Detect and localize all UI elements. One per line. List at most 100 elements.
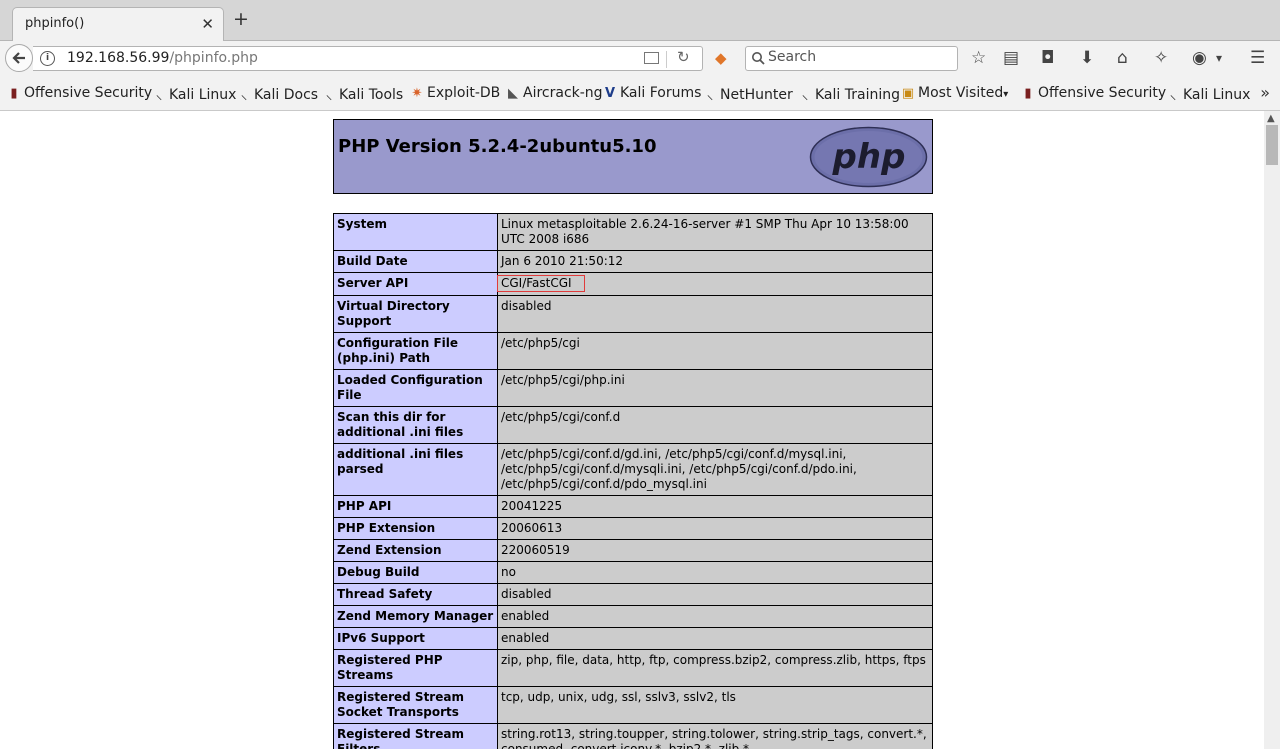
new-tab-icon[interactable]: +	[233, 10, 249, 29]
bookmark-kali-tools[interactable]: ⸜ Kali Tools	[322, 85, 403, 103]
row-key: Loaded Configuration File	[333, 369, 498, 407]
row-value: 20060613	[497, 517, 933, 540]
row-key: Registered Stream Socket Transports	[333, 686, 498, 724]
kali-dragon-icon: ⸜	[706, 88, 714, 103]
bookmark-kali-training[interactable]: ⸜ Kali Training	[798, 85, 900, 103]
bookmark-kali-forums[interactable]: V Kali Forums	[603, 85, 701, 101]
search-icon	[752, 52, 765, 65]
reading-list-icon[interactable]: ▤	[1003, 47, 1019, 69]
page-title: PHP Version 5.2.4-2ubuntu5.10	[338, 136, 657, 157]
row-value: enabled	[497, 605, 933, 628]
search-box[interactable]	[745, 46, 958, 71]
php-header: PHP Version 5.2.4-2ubuntu5.10 php	[333, 119, 933, 194]
scrollbar-thumb[interactable]	[1266, 125, 1278, 165]
table-row: Virtual Directory Support disabled	[333, 295, 933, 333]
exploitdb-icon: ✷	[411, 86, 423, 101]
reader-view-icon[interactable]	[644, 52, 659, 64]
site-info-icon[interactable]: i	[40, 51, 55, 66]
address-bar[interactable]: i 192.168.56.99/phpinfo.php ↻	[33, 46, 703, 71]
row-key: additional .ini files parsed	[333, 443, 498, 496]
back-button[interactable]	[5, 44, 33, 72]
table-row: Zend Extension 220060519	[333, 539, 933, 562]
bookmark-offensive-security[interactable]: ▮ Offensive Security	[7, 85, 152, 101]
folder-icon: ▣	[901, 86, 915, 101]
reload-icon[interactable]: ↻	[677, 48, 690, 66]
table-row: Loaded Configuration File/etc/php5/cgi/p…	[333, 369, 933, 407]
table-row: Zend Memory Manager enabled	[333, 605, 933, 628]
table-row: Thread Safety disabled	[333, 583, 933, 606]
divider	[666, 51, 667, 68]
kali-dragon-icon: ⸜	[1169, 88, 1177, 103]
active-tab[interactable]: phpinfo() ✕	[12, 7, 224, 41]
row-value: /etc/php5/cgi/conf.d/gd.ini, /etc/php5/c…	[497, 443, 933, 496]
table-row: Configuration File (php.ini) Path/etc/ph…	[333, 332, 933, 370]
bookmark-kali-linux[interactable]: ⸜ Kali Linux	[152, 85, 237, 103]
kali-forums-icon: V	[604, 86, 616, 101]
row-value: zip, php, file, data, http, ftp, compres…	[497, 649, 933, 687]
row-key: Server API	[333, 272, 498, 296]
search-input[interactable]	[768, 49, 953, 65]
row-value: 20041225	[497, 495, 933, 518]
row-key: Registered Stream Filters	[333, 723, 498, 749]
php-info-table: System Linux metasploitable 2.6.24-16-ser…	[333, 213, 933, 749]
row-value: /etc/php5/cgi/php.ini	[497, 369, 933, 407]
table-row: additional .ini files parsed/etc/php5/cg…	[333, 443, 933, 496]
table-row: Server API CGI/FastCGI	[333, 272, 933, 296]
bookmark-nethunter[interactable]: ⸜ NetHunter	[703, 85, 793, 103]
bookmark-kali-docs[interactable]: ⸜ Kali Docs	[237, 85, 318, 103]
close-tab-icon[interactable]: ✕	[201, 15, 214, 33]
php-logo: php	[809, 126, 928, 188]
bookmark-offensive-security-2[interactable]: ▮ Offensive Security	[1021, 85, 1166, 101]
row-value: no	[497, 561, 933, 584]
extension-fox-icon[interactable]: ◆	[715, 50, 732, 67]
table-row: Registered Stream Filters string.rot13, s…	[333, 723, 933, 749]
aircrack-icon: ◣	[508, 86, 518, 101]
offsec-icon: ▮	[10, 86, 18, 101]
row-value: disabled	[497, 583, 933, 606]
chevron-down-icon[interactable]: ▾	[1216, 47, 1222, 69]
row-value: 220060519	[497, 539, 933, 562]
row-value: /etc/php5/cgi/conf.d	[497, 406, 933, 444]
downloads-icon[interactable]: ⬇	[1080, 47, 1094, 69]
table-row: System Linux metasploitable 2.6.24-16-ser…	[333, 213, 933, 251]
row-value: enabled	[497, 627, 933, 650]
row-key: PHP Extension	[333, 517, 498, 540]
row-value: string.rot13, string.toupper, string.tol…	[497, 723, 933, 749]
bookmark-kali-linux-2[interactable]: ⸜ Kali Linux	[1166, 85, 1251, 103]
row-value: disabled	[497, 295, 933, 333]
row-key: Scan this dir for additional .ini files	[333, 406, 498, 444]
extension-icon[interactable]: ✧	[1154, 47, 1168, 69]
row-key: Configuration File (php.ini) Path	[333, 332, 498, 370]
back-arrow-icon	[12, 52, 25, 64]
url-text[interactable]: 192.168.56.99/phpinfo.php	[67, 50, 258, 66]
kali-dragon-icon: ⸜	[325, 88, 333, 103]
chevron-down-icon: ▾	[1003, 89, 1009, 100]
vertical-scrollbar[interactable]: ▲	[1264, 111, 1280, 749]
row-value: Jan 6 2010 21:50:12	[497, 250, 933, 273]
highlighted-value: CGI/FastCGI	[497, 275, 585, 292]
kali-dragon-icon: ⸜	[240, 88, 248, 103]
bookmark-aircrack-ng[interactable]: ◣ Aircrack-ng	[506, 85, 603, 101]
bookmark-most-visited[interactable]: ▣ Most Visited▾	[901, 85, 1008, 101]
pocket-icon[interactable]: ◘	[1041, 47, 1054, 69]
home-icon[interactable]: ⌂	[1117, 47, 1128, 69]
row-value: Linux metasploitable 2.6.24-16-server #1…	[497, 213, 933, 251]
bookmark-star-icon[interactable]: ☆	[971, 47, 986, 69]
hamburger-menu-icon[interactable]: ☰	[1250, 47, 1265, 69]
table-row: PHP Extension 20060613	[333, 517, 933, 540]
addon-menu-icon[interactable]: ◉	[1192, 47, 1207, 69]
table-row: Scan this dir for additional .ini files /…	[333, 406, 933, 444]
row-key: PHP API	[333, 495, 498, 518]
row-key: Virtual Directory Support	[333, 295, 498, 333]
kali-dragon-icon: ⸜	[155, 88, 163, 103]
offsec-icon: ▮	[1024, 86, 1032, 101]
row-key: Registered PHP Streams	[333, 649, 498, 687]
more-bookmarks-icon[interactable]: »	[1260, 83, 1270, 102]
page-viewport: PHP Version 5.2.4-2ubuntu5.10 php System…	[0, 111, 1264, 749]
table-row: Registered Stream Socket Transports tcp, …	[333, 686, 933, 724]
bookmark-exploit-db[interactable]: ✷ Exploit-DB	[410, 85, 501, 101]
table-row: Registered PHP Streams zip, php, file, da…	[333, 649, 933, 687]
scroll-up-icon[interactable]: ▲	[1267, 113, 1275, 124]
row-key: Build Date	[333, 250, 498, 273]
tab-strip: phpinfo() ✕ +	[0, 0, 1280, 41]
